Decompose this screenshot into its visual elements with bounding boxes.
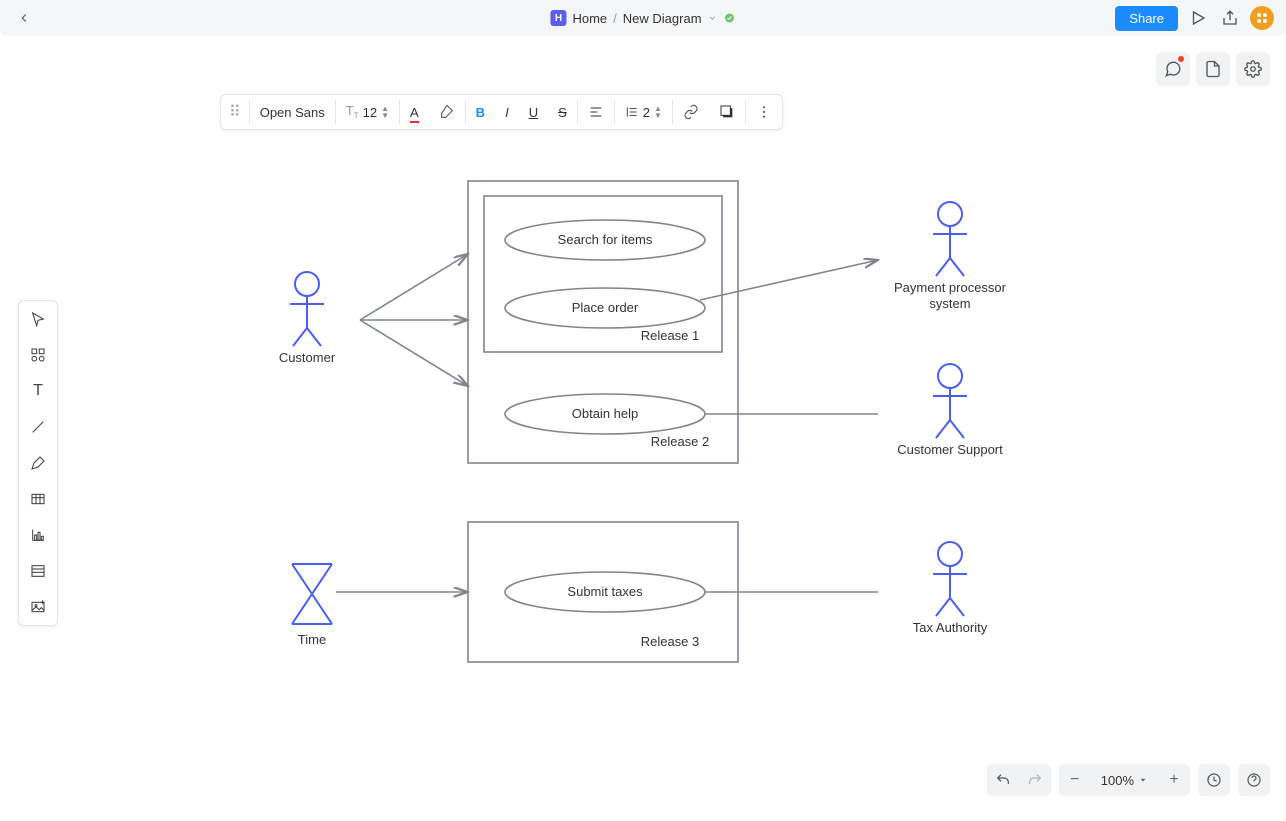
zoom-level[interactable]: 100% xyxy=(1091,773,1158,788)
export-button[interactable] xyxy=(1218,6,1242,30)
breadcrumb-separator: / xyxy=(613,11,617,26)
actor-payment-label2: system xyxy=(929,296,970,311)
topbar: H Home / New Diagram Share xyxy=(0,0,1286,36)
release1-label: Release 1 xyxy=(641,328,700,343)
help-button[interactable] xyxy=(1238,764,1270,796)
history-button[interactable] xyxy=(1198,764,1230,796)
actor-customer[interactable] xyxy=(290,272,324,346)
actor-tax[interactable] xyxy=(933,542,967,616)
redo-button[interactable] xyxy=(1019,764,1051,796)
breadcrumb-home[interactable]: Home xyxy=(572,11,607,26)
assoc-place-payment[interactable] xyxy=(700,260,878,300)
avatar[interactable] xyxy=(1250,6,1274,30)
back-button[interactable] xyxy=(12,6,36,30)
chevron-down-icon xyxy=(1138,775,1148,785)
actor-payment-label1: Payment processor xyxy=(894,280,1007,295)
actor-tax-label: Tax Authority xyxy=(913,620,988,635)
share-button[interactable]: Share xyxy=(1115,6,1178,31)
zoom-out-button[interactable]: − xyxy=(1059,764,1091,796)
actor-support-label: Customer Support xyxy=(897,442,1003,457)
release3-label: Release 3 xyxy=(641,634,700,649)
home-icon: H xyxy=(550,10,566,26)
sync-status-icon xyxy=(724,12,736,24)
present-button[interactable] xyxy=(1186,6,1210,30)
actor-time-label: Time xyxy=(298,632,326,647)
actor-customer-label: Customer xyxy=(279,350,336,365)
usecase-help-label: Obtain help xyxy=(572,406,639,421)
assoc-customer-search[interactable] xyxy=(360,254,468,320)
breadcrumb: H Home / New Diagram xyxy=(550,10,735,26)
usecase-search-label: Search for items xyxy=(558,232,653,247)
usecase-taxes-label: Submit taxes xyxy=(567,584,643,599)
canvas[interactable]: Release 1 Release 2 Search for items Pla… xyxy=(0,36,1286,816)
undo-button[interactable] xyxy=(987,764,1019,796)
bottom-bar: − 100% + xyxy=(987,764,1270,796)
usecase-place-label: Place order xyxy=(572,300,639,315)
chevron-down-icon[interactable] xyxy=(708,13,718,23)
actor-support[interactable] xyxy=(933,364,967,438)
release2-label: Release 2 xyxy=(651,434,710,449)
breadcrumb-docname[interactable]: New Diagram xyxy=(623,11,702,26)
assoc-customer-help[interactable] xyxy=(360,320,468,386)
zoom-value-label: 100% xyxy=(1101,773,1134,788)
actor-payment[interactable] xyxy=(933,202,967,276)
zoom-in-button[interactable]: + xyxy=(1158,764,1190,796)
actor-time[interactable] xyxy=(292,564,332,624)
